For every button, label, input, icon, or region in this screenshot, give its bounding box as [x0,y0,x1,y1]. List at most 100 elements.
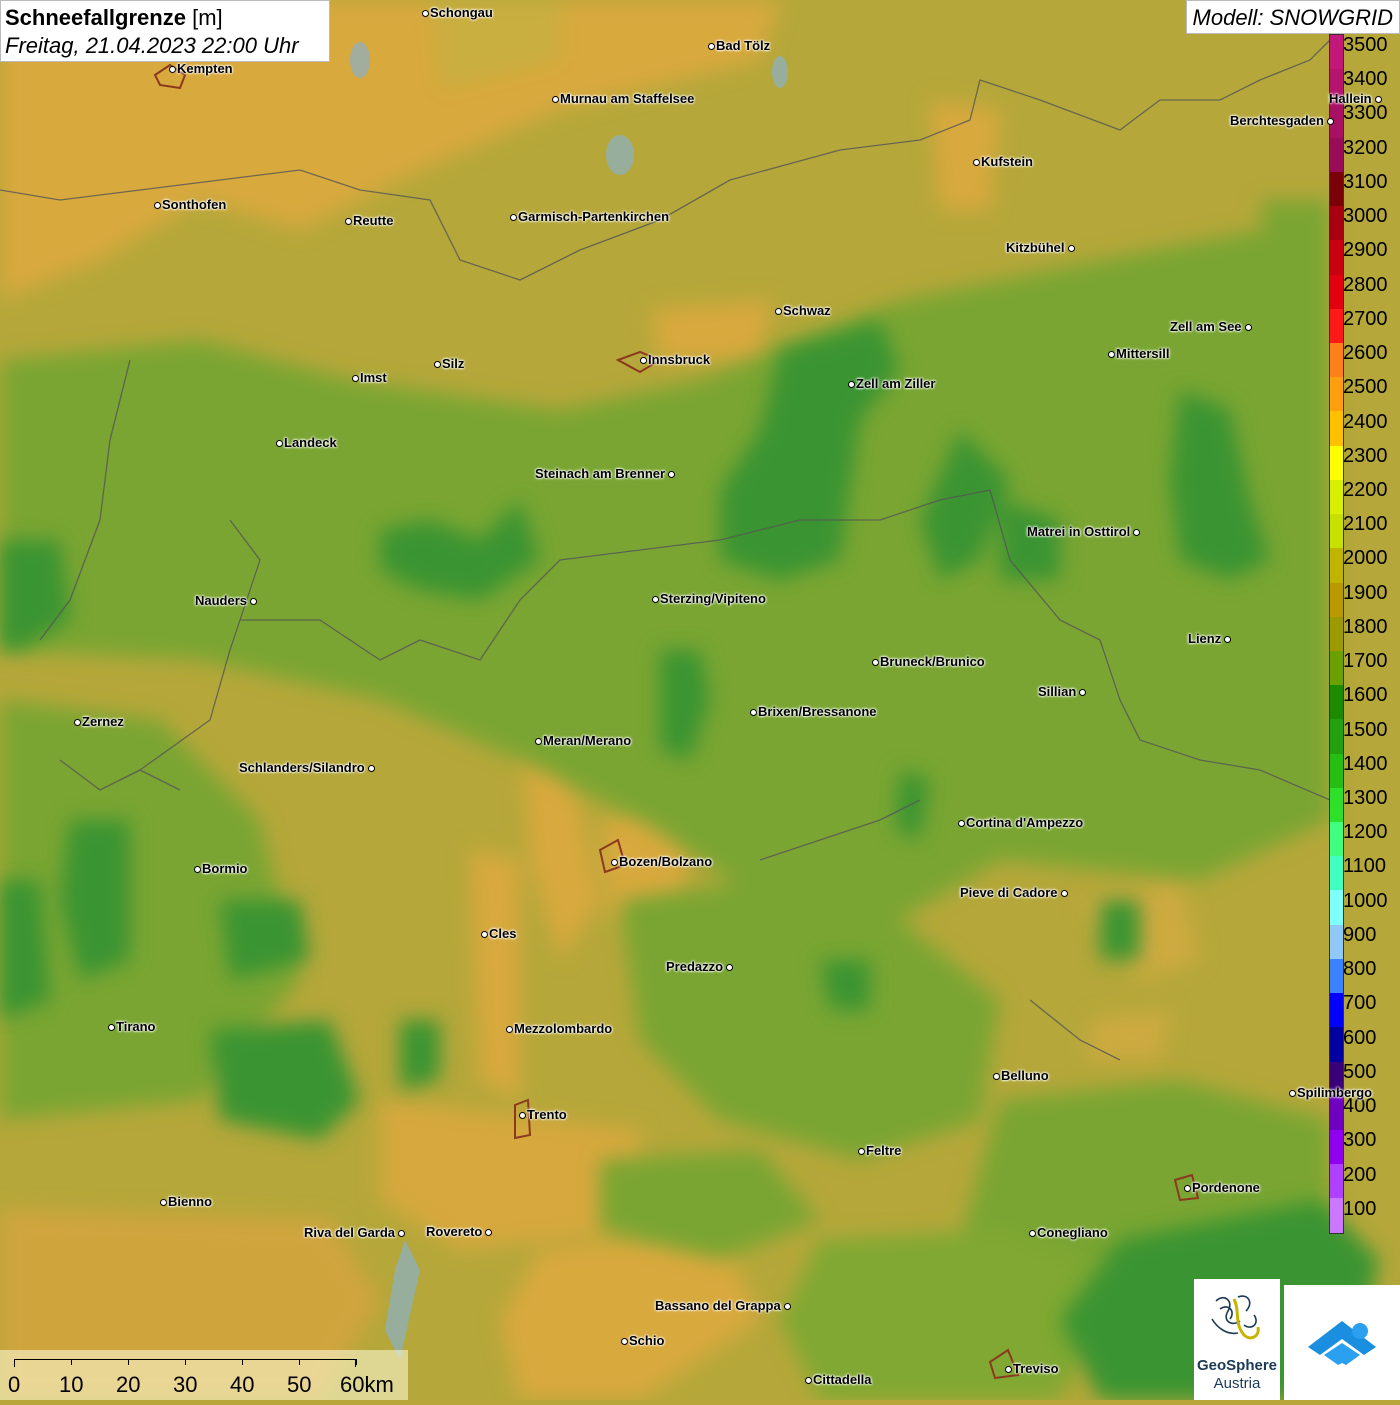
city-label: Matrei in Osttirol [1027,524,1131,539]
legend-label: 3400 [1343,68,1388,91]
city-label: Garmisch-Partenkirchen [518,209,670,224]
city-marker [774,307,782,315]
legend-swatch [1330,342,1343,378]
city-label: Tirano [116,1019,156,1034]
legend-label: 1800 [1343,615,1388,638]
city-label: Conegliano [1037,1225,1108,1240]
city-label: Mezzolombardo [514,1021,613,1036]
map-title: Schneefallgrenze [m] [5,4,325,32]
city-marker [992,1072,1000,1080]
legend-swatch [1330,514,1343,549]
legend-label: 1200 [1343,821,1388,844]
geosphere-emblem-icon [1211,1295,1260,1340]
city-label: Zell am Ziller [856,376,936,391]
legend-swatch [1330,582,1343,617]
scale-tick [71,1359,72,1365]
city-label: Steinach am Brenner [535,466,666,481]
legend-swatch [1330,616,1343,651]
legend-label: 3100 [1343,170,1388,193]
city-label: Innsbruck [648,352,711,367]
city-marker [1132,528,1140,536]
scale-label: 60km [340,1372,394,1397]
legend-swatch [1330,377,1343,412]
scale-tick [14,1359,15,1365]
legend-label: 700 [1343,992,1377,1015]
city-label: Mittersill [1116,346,1170,361]
city-label: Belluno [1001,1068,1049,1083]
scale-bar: 0 10 20 30 40 50 60km [0,1350,408,1400]
legend-swatch [1330,719,1343,754]
legend-label: 1700 [1343,650,1388,673]
map-datetime: Freitag, 21.04.2023 22:00 Uhr [5,33,299,58]
legend-label: 3300 [1343,102,1388,125]
city-label: Bozen/Bolzano [619,854,713,869]
geosphere-country: Austria [1213,1375,1261,1392]
legend-label: 1000 [1343,889,1388,912]
legend-swatch [1330,206,1343,241]
city-label: Bienno [168,1194,213,1209]
city-label: Sterzing/Vipiteno [660,591,766,606]
city-marker [159,1198,167,1206]
city-marker [749,708,757,716]
city-marker [367,764,375,772]
city-label: Pordenone [1192,1180,1260,1195]
legend-swatch [1330,993,1343,1028]
legend-swatch [1330,137,1343,172]
city-marker [871,658,879,666]
city-marker [620,1337,628,1345]
city-marker [1078,688,1086,696]
legend-label: 1500 [1343,718,1388,741]
city-marker [1004,1365,1012,1373]
scale-label: 50 [287,1372,312,1397]
city-marker [421,9,429,17]
legend-label: 1400 [1343,752,1388,775]
scale-tick [242,1359,243,1365]
city-marker [1183,1184,1191,1192]
scale-tick [356,1359,357,1365]
city-label: Predazzo [666,959,724,974]
city-label: Landeck [284,435,337,450]
city-marker [73,718,81,726]
variable-name: Schneefallgrenze [5,5,186,30]
city-marker [518,1111,526,1119]
city-marker [1374,95,1382,103]
city-label: Feltre [866,1143,902,1158]
city-marker [1326,117,1334,125]
city-label: Trento [527,1107,567,1122]
legend-swatch [1330,856,1343,891]
city-marker [344,217,352,225]
city-label: Schongau [430,5,493,20]
weather-app-logo [1284,1285,1400,1400]
legend-swatch [1330,650,1343,686]
title-box: Schneefallgrenze [m] Freitag, 21.04.2023… [0,0,330,62]
city-label: Treviso [1013,1361,1059,1376]
legend-label: 900 [1343,923,1377,946]
city-label: Cittadella [813,1372,872,1387]
city-marker [1067,244,1075,252]
geosphere-logo: GeoSphere Austria [1194,1279,1280,1400]
legend-swatch [1330,958,1343,994]
city-marker [168,65,176,73]
legend-label: 2900 [1343,239,1388,262]
scale-label: 10 [59,1372,84,1397]
city-marker [107,1023,115,1031]
city-marker [153,201,161,209]
city-label: Spilimbergo [1297,1085,1373,1100]
city-label: Murnau am Staffelsee [560,91,695,106]
legend-colorbar [1329,34,1344,1234]
legend-label: 2100 [1343,513,1388,536]
city-label: Schwaz [783,303,831,318]
legend-label: 500 [1343,1060,1377,1083]
city-label: Reutte [353,213,394,228]
city-marker [480,930,488,938]
legend-label: 100 [1343,1197,1377,1220]
city-label: Kempten [177,61,233,76]
color-legend: 3500 3400 3300 3200 3100 3000 2900 2800 2700 2600… [1329,34,1400,1234]
city-marker [397,1229,405,1237]
city-marker [275,439,283,447]
city-label: Pieve di Cadore [960,885,1058,900]
legend-swatch [1330,787,1343,823]
legend-swatch [1330,171,1343,207]
legend-label: 3000 [1343,205,1388,228]
city-marker [804,1376,812,1384]
